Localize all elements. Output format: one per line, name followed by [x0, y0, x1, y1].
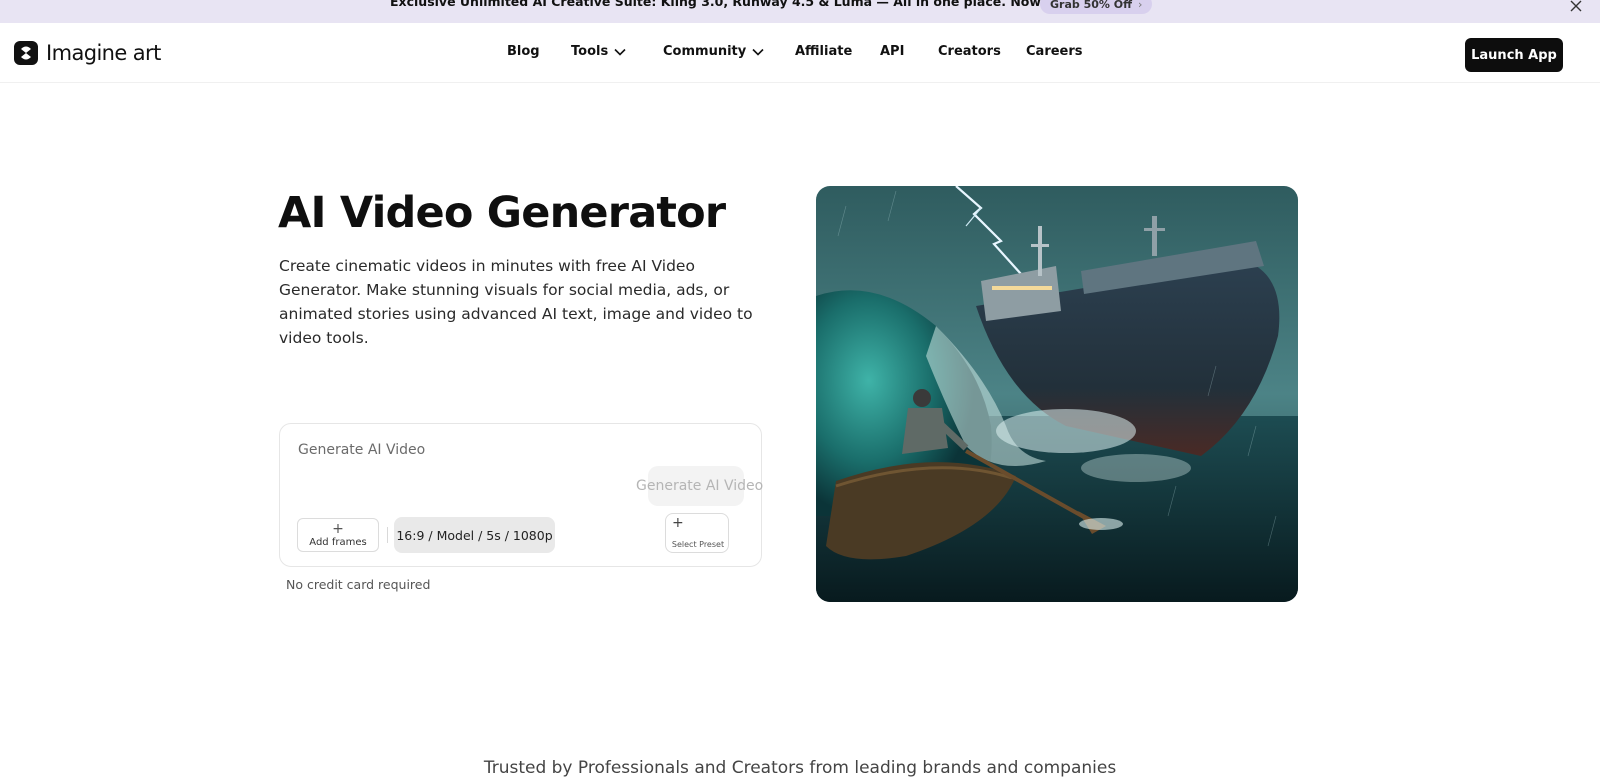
chevron-right-icon: ›: [1138, 0, 1143, 11]
nav-creators[interactable]: Creators: [938, 44, 1001, 59]
select-preset-label: Select Preset: [671, 540, 725, 549]
promo-text: Exclusive Unlimited AI Creative Suite: K…: [390, 0, 1113, 9]
close-icon[interactable]: [1566, 0, 1586, 16]
nav-tools-label: Tools: [571, 44, 609, 59]
divider: [387, 527, 388, 543]
promo-cta-label: Grab 50% Off: [1050, 0, 1133, 11]
page-title: AI Video Generator: [278, 188, 726, 238]
top-navigation: Imagine art Blog Tools Community Affilia…: [0, 23, 1600, 83]
chevron-down-icon: [614, 48, 626, 56]
nav-blog-label: Blog: [507, 44, 540, 59]
plus-icon: +: [672, 515, 684, 531]
video-settings-button[interactable]: 16:9 / Model / 5s / 1080p: [394, 517, 555, 553]
promo-banner: Exclusive Unlimited AI Creative Suite: K…: [0, 0, 1600, 23]
logo[interactable]: Imagine art: [14, 41, 161, 65]
nav-creators-label: Creators: [938, 44, 1001, 59]
nav-blog[interactable]: Blog: [507, 44, 540, 59]
nav-tools[interactable]: Tools: [571, 44, 626, 59]
hero-image: [816, 186, 1298, 602]
prompt-card: Generate AI Video + Add frames 16:9 / Mo…: [279, 423, 763, 567]
prompt-input[interactable]: [298, 438, 718, 462]
nav-community-label: Community: [663, 44, 747, 59]
add-frames-label: Add frames: [309, 536, 367, 548]
add-frames-button[interactable]: + Add frames: [297, 518, 379, 552]
trusted-by-heading: Trusted by Professionals and Creators fr…: [483, 758, 1117, 778]
nav-api-label: API: [880, 44, 905, 59]
select-preset-button[interactable]: + Select Preset: [665, 513, 729, 553]
generate-button[interactable]: Generate AI Video: [636, 466, 763, 506]
nav-affiliate-label: Affiliate: [795, 44, 853, 59]
plus-icon: +: [332, 520, 344, 537]
hero-description: Create cinematic videos in minutes with …: [279, 257, 753, 347]
logo-text: Imagine art: [46, 41, 161, 65]
launch-app-button[interactable]: Launch App: [1465, 38, 1563, 72]
chevron-down-icon: [752, 48, 764, 56]
nav-affiliate[interactable]: Affiliate: [795, 44, 852, 59]
imagine-art-logo-icon: [14, 41, 38, 65]
no-credit-card-note: No credit card required: [286, 577, 431, 592]
stormy-sea-ship-illustration: [816, 186, 1298, 602]
nav-careers-label: Careers: [1026, 44, 1083, 59]
nav-api[interactable]: API: [880, 44, 904, 59]
nav-community[interactable]: Community: [663, 44, 764, 59]
promo-cta-button[interactable]: Grab 50% Off ›: [1040, 0, 1153, 14]
nav-careers[interactable]: Careers: [1026, 44, 1083, 59]
generate-button-label: Generate AI Video: [636, 478, 764, 494]
